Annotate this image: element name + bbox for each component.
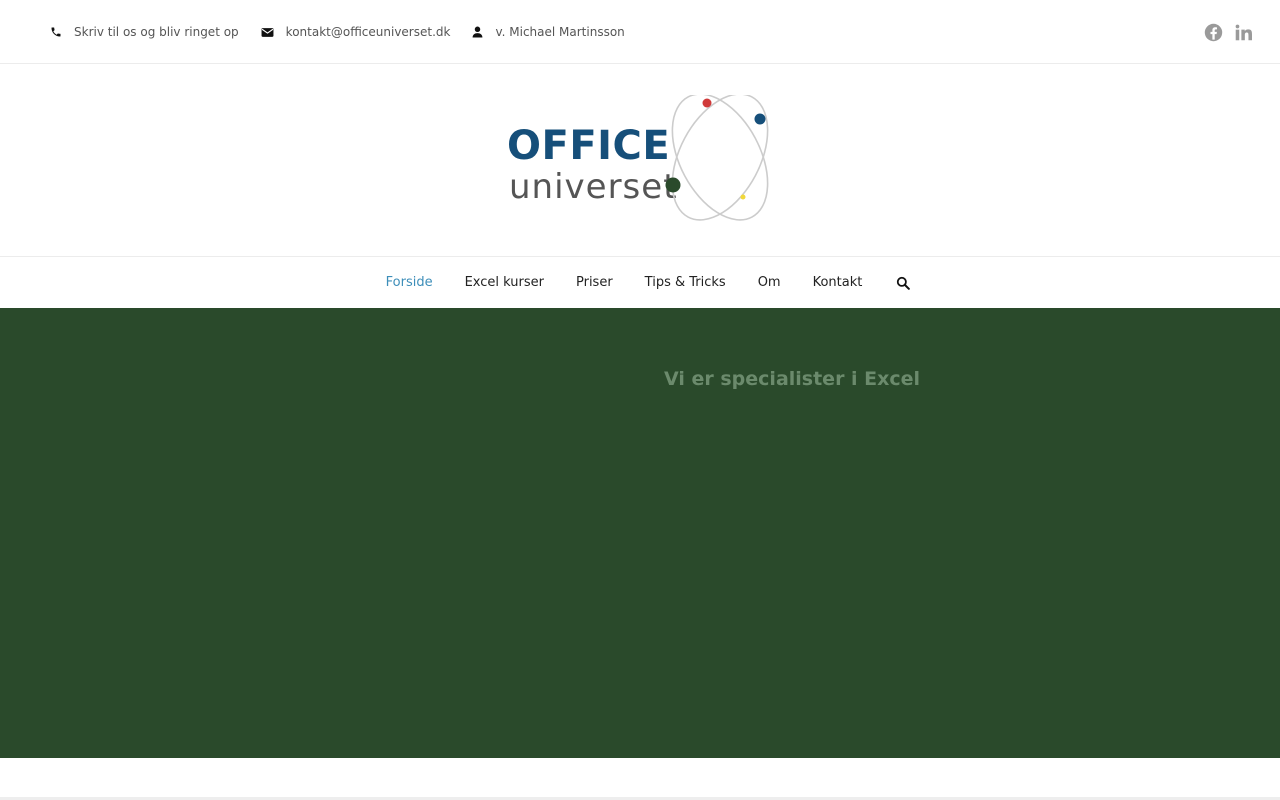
hero-section: Vi er specialister i Excel bbox=[0, 308, 1280, 758]
contact-info: Skriv til os og bliv ringet op kontakt@o… bbox=[50, 0, 647, 64]
hero-heading: Vi er specialister i Excel bbox=[664, 368, 921, 390]
email-link[interactable]: kontakt@officeuniverset.dk bbox=[261, 25, 451, 39]
social-links bbox=[1192, 0, 1252, 64]
nav-item-excel-kurser[interactable]: Excel kurser bbox=[465, 275, 544, 290]
nav-item-priser[interactable]: Priser bbox=[576, 275, 613, 290]
contact-person: v. Michael Martinsson bbox=[472, 25, 625, 39]
contact-person-label: v. Michael Martinsson bbox=[495, 25, 625, 39]
envelope-icon bbox=[261, 27, 274, 37]
nav-item-tips-tricks[interactable]: Tips & Tricks bbox=[645, 275, 726, 290]
search-button[interactable] bbox=[896, 276, 911, 290]
logo-text-universet: universet bbox=[509, 167, 678, 207]
search-icon bbox=[897, 276, 911, 290]
nav-item-om[interactable]: Om bbox=[758, 275, 781, 290]
facebook-icon bbox=[1204, 23, 1223, 41]
nav-item-forside[interactable]: Forside bbox=[386, 275, 433, 290]
nav-item-kontakt[interactable]: Kontakt bbox=[813, 275, 863, 290]
phone-icon bbox=[51, 27, 61, 37]
linkedin-link[interactable] bbox=[1235, 24, 1252, 41]
callback-label: Skriv til os og bliv ringet op bbox=[74, 25, 239, 39]
callback-link[interactable]: Skriv til os og bliv ringet op bbox=[50, 25, 239, 39]
email-label: kontakt@officeuniverset.dk bbox=[285, 25, 451, 39]
site-logo[interactable]: OFFICE universet bbox=[505, 95, 775, 225]
logo-text-office: OFFICE bbox=[507, 123, 671, 169]
linkedin-icon bbox=[1235, 24, 1252, 40]
user-icon bbox=[473, 26, 483, 38]
top-bar: Skriv til os og bliv ringet op kontakt@o… bbox=[0, 0, 1280, 64]
logo-area: OFFICE universet bbox=[0, 64, 1280, 256]
facebook-link[interactable] bbox=[1204, 23, 1223, 42]
atom-logo-icon bbox=[665, 95, 769, 221]
main-nav: Forside Excel kurser Priser Tips & Trick… bbox=[0, 256, 1280, 308]
